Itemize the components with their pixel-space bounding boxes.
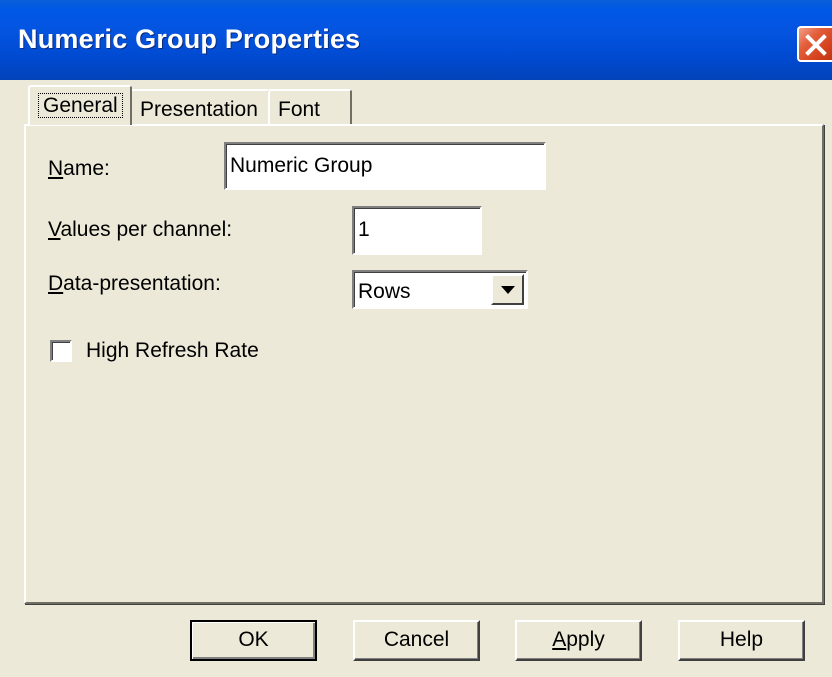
chevron-down-icon: [501, 286, 515, 294]
name-label: Name:: [48, 157, 110, 181]
window-title: Numeric Group Properties: [18, 24, 361, 54]
values-per-channel-mnemonic: V: [48, 218, 61, 241]
name-label-rest: ame:: [63, 157, 110, 180]
data-presentation-label: Data-presentation:: [48, 272, 221, 296]
ok-button[interactable]: OK: [190, 620, 317, 661]
values-per-channel-value: 1: [358, 218, 370, 241]
tab-general-label: General: [38, 93, 123, 118]
title-bar[interactable]: Numeric Group Properties: [0, 0, 832, 80]
close-icon: [805, 34, 827, 56]
tab-panel-general: [24, 124, 824, 604]
data-presentation-mnemonic: D: [48, 272, 64, 295]
high-refresh-rate-checkbox[interactable]: [50, 340, 72, 362]
apply-button-label: Apply: [552, 628, 605, 651]
apply-mnemonic: A: [552, 628, 567, 651]
tab-presentation-label: Presentation: [140, 98, 258, 121]
data-presentation-label-rest: ata-presentation:: [63, 272, 221, 295]
ok-button-label: OK: [238, 628, 269, 651]
tab-font-label: Font: [278, 98, 321, 121]
values-per-channel-field[interactable]: 1: [352, 206, 482, 255]
tab-font[interactable]: Font: [268, 89, 352, 127]
help-button-label: Help: [719, 628, 764, 651]
cancel-button[interactable]: Cancel: [353, 620, 480, 661]
cancel-button-label: Cancel: [383, 628, 450, 651]
name-field-value: Numeric Group: [230, 154, 373, 177]
tab-presentation[interactable]: Presentation: [130, 89, 270, 127]
name-label-mnemonic: N: [48, 157, 64, 180]
tab-general[interactable]: General: [28, 85, 132, 125]
close-button[interactable]: [797, 26, 832, 62]
apply-rest: pply: [566, 628, 605, 651]
data-presentation-value: Rows: [358, 280, 411, 303]
high-refresh-rate-label[interactable]: High Refresh Rate: [86, 339, 259, 363]
name-field[interactable]: Numeric Group: [224, 142, 546, 190]
dropdown-button[interactable]: [491, 274, 524, 305]
data-presentation-select[interactable]: Rows: [352, 270, 528, 309]
apply-button[interactable]: Apply: [515, 620, 642, 661]
help-button[interactable]: Help: [678, 620, 805, 661]
values-per-channel-label-rest: alues per channel:: [60, 218, 233, 241]
values-per-channel-label: Values per channel:: [48, 218, 232, 242]
